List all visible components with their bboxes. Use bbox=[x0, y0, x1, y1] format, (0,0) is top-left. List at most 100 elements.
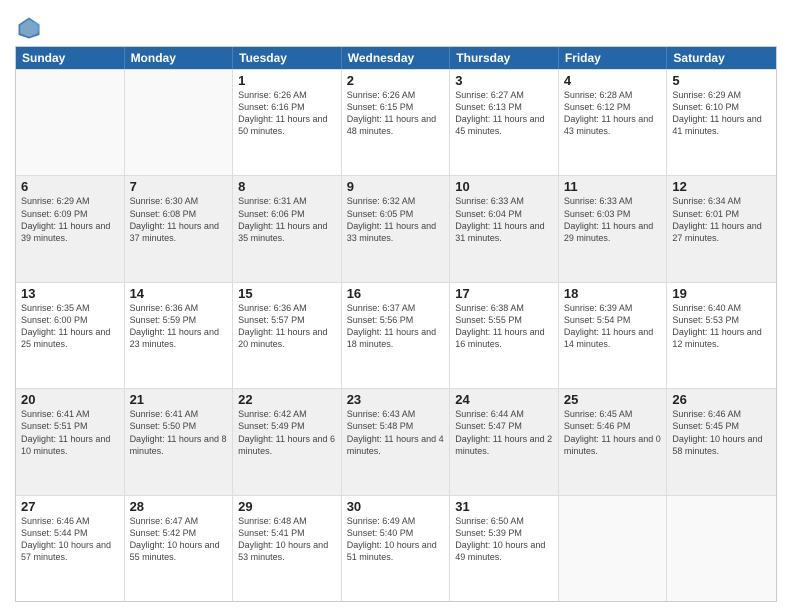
calendar-body: 1Sunrise: 6:26 AM Sunset: 6:16 PM Daylig… bbox=[16, 69, 776, 601]
header-day-sunday: Sunday bbox=[16, 47, 125, 69]
header bbox=[15, 10, 777, 42]
day-number: 2 bbox=[347, 73, 445, 88]
logo bbox=[15, 14, 45, 42]
table-row: 9Sunrise: 6:32 AM Sunset: 6:05 PM Daylig… bbox=[342, 176, 451, 281]
day-info: Sunrise: 6:48 AM Sunset: 5:41 PM Dayligh… bbox=[238, 515, 336, 564]
day-number: 9 bbox=[347, 179, 445, 194]
day-number: 24 bbox=[455, 392, 553, 407]
header-day-saturday: Saturday bbox=[667, 47, 776, 69]
day-number: 4 bbox=[564, 73, 662, 88]
day-info: Sunrise: 6:38 AM Sunset: 5:55 PM Dayligh… bbox=[455, 302, 553, 351]
day-info: Sunrise: 6:49 AM Sunset: 5:40 PM Dayligh… bbox=[347, 515, 445, 564]
day-number: 14 bbox=[130, 286, 228, 301]
day-info: Sunrise: 6:33 AM Sunset: 6:03 PM Dayligh… bbox=[564, 195, 662, 244]
calendar-week-3: 13Sunrise: 6:35 AM Sunset: 6:00 PM Dayli… bbox=[16, 282, 776, 388]
day-info: Sunrise: 6:34 AM Sunset: 6:01 PM Dayligh… bbox=[672, 195, 771, 244]
calendar-header-row: SundayMondayTuesdayWednesdayThursdayFrid… bbox=[16, 47, 776, 69]
table-row bbox=[125, 70, 234, 175]
table-row: 1Sunrise: 6:26 AM Sunset: 6:16 PM Daylig… bbox=[233, 70, 342, 175]
day-info: Sunrise: 6:29 AM Sunset: 6:10 PM Dayligh… bbox=[672, 89, 771, 138]
table-row: 2Sunrise: 6:26 AM Sunset: 6:15 PM Daylig… bbox=[342, 70, 451, 175]
day-number: 11 bbox=[564, 179, 662, 194]
day-info: Sunrise: 6:45 AM Sunset: 5:46 PM Dayligh… bbox=[564, 408, 662, 457]
table-row: 19Sunrise: 6:40 AM Sunset: 5:53 PM Dayli… bbox=[667, 283, 776, 388]
table-row bbox=[667, 496, 776, 601]
table-row: 28Sunrise: 6:47 AM Sunset: 5:42 PM Dayli… bbox=[125, 496, 234, 601]
table-row: 3Sunrise: 6:27 AM Sunset: 6:13 PM Daylig… bbox=[450, 70, 559, 175]
day-info: Sunrise: 6:26 AM Sunset: 6:15 PM Dayligh… bbox=[347, 89, 445, 138]
table-row: 17Sunrise: 6:38 AM Sunset: 5:55 PM Dayli… bbox=[450, 283, 559, 388]
day-number: 6 bbox=[21, 179, 119, 194]
day-number: 23 bbox=[347, 392, 445, 407]
table-row: 27Sunrise: 6:46 AM Sunset: 5:44 PM Dayli… bbox=[16, 496, 125, 601]
table-row: 8Sunrise: 6:31 AM Sunset: 6:06 PM Daylig… bbox=[233, 176, 342, 281]
day-number: 16 bbox=[347, 286, 445, 301]
day-info: Sunrise: 6:50 AM Sunset: 5:39 PM Dayligh… bbox=[455, 515, 553, 564]
day-number: 17 bbox=[455, 286, 553, 301]
day-number: 12 bbox=[672, 179, 771, 194]
day-info: Sunrise: 6:46 AM Sunset: 5:45 PM Dayligh… bbox=[672, 408, 771, 457]
day-info: Sunrise: 6:43 AM Sunset: 5:48 PM Dayligh… bbox=[347, 408, 445, 457]
calendar-week-4: 20Sunrise: 6:41 AM Sunset: 5:51 PM Dayli… bbox=[16, 388, 776, 494]
day-info: Sunrise: 6:47 AM Sunset: 5:42 PM Dayligh… bbox=[130, 515, 228, 564]
table-row: 15Sunrise: 6:36 AM Sunset: 5:57 PM Dayli… bbox=[233, 283, 342, 388]
header-day-wednesday: Wednesday bbox=[342, 47, 451, 69]
day-number: 7 bbox=[130, 179, 228, 194]
table-row: 29Sunrise: 6:48 AM Sunset: 5:41 PM Dayli… bbox=[233, 496, 342, 601]
day-number: 21 bbox=[130, 392, 228, 407]
day-info: Sunrise: 6:46 AM Sunset: 5:44 PM Dayligh… bbox=[21, 515, 119, 564]
day-info: Sunrise: 6:31 AM Sunset: 6:06 PM Dayligh… bbox=[238, 195, 336, 244]
day-number: 5 bbox=[672, 73, 771, 88]
table-row: 23Sunrise: 6:43 AM Sunset: 5:48 PM Dayli… bbox=[342, 389, 451, 494]
table-row: 7Sunrise: 6:30 AM Sunset: 6:08 PM Daylig… bbox=[125, 176, 234, 281]
day-info: Sunrise: 6:44 AM Sunset: 5:47 PM Dayligh… bbox=[455, 408, 553, 457]
day-number: 28 bbox=[130, 499, 228, 514]
table-row: 18Sunrise: 6:39 AM Sunset: 5:54 PM Dayli… bbox=[559, 283, 668, 388]
table-row: 20Sunrise: 6:41 AM Sunset: 5:51 PM Dayli… bbox=[16, 389, 125, 494]
table-row: 4Sunrise: 6:28 AM Sunset: 6:12 PM Daylig… bbox=[559, 70, 668, 175]
calendar: SundayMondayTuesdayWednesdayThursdayFrid… bbox=[15, 46, 777, 602]
day-number: 22 bbox=[238, 392, 336, 407]
table-row: 14Sunrise: 6:36 AM Sunset: 5:59 PM Dayli… bbox=[125, 283, 234, 388]
day-number: 26 bbox=[672, 392, 771, 407]
day-number: 18 bbox=[564, 286, 662, 301]
day-info: Sunrise: 6:41 AM Sunset: 5:50 PM Dayligh… bbox=[130, 408, 228, 457]
table-row: 26Sunrise: 6:46 AM Sunset: 5:45 PM Dayli… bbox=[667, 389, 776, 494]
calendar-week-2: 6Sunrise: 6:29 AM Sunset: 6:09 PM Daylig… bbox=[16, 175, 776, 281]
table-row: 5Sunrise: 6:29 AM Sunset: 6:10 PM Daylig… bbox=[667, 70, 776, 175]
day-number: 25 bbox=[564, 392, 662, 407]
day-number: 30 bbox=[347, 499, 445, 514]
day-number: 1 bbox=[238, 73, 336, 88]
table-row bbox=[559, 496, 668, 601]
page: SundayMondayTuesdayWednesdayThursdayFrid… bbox=[0, 0, 792, 612]
table-row: 24Sunrise: 6:44 AM Sunset: 5:47 PM Dayli… bbox=[450, 389, 559, 494]
table-row: 21Sunrise: 6:41 AM Sunset: 5:50 PM Dayli… bbox=[125, 389, 234, 494]
logo-icon bbox=[15, 14, 43, 42]
day-number: 8 bbox=[238, 179, 336, 194]
day-info: Sunrise: 6:36 AM Sunset: 5:57 PM Dayligh… bbox=[238, 302, 336, 351]
day-info: Sunrise: 6:32 AM Sunset: 6:05 PM Dayligh… bbox=[347, 195, 445, 244]
day-info: Sunrise: 6:36 AM Sunset: 5:59 PM Dayligh… bbox=[130, 302, 228, 351]
day-info: Sunrise: 6:41 AM Sunset: 5:51 PM Dayligh… bbox=[21, 408, 119, 457]
table-row: 12Sunrise: 6:34 AM Sunset: 6:01 PM Dayli… bbox=[667, 176, 776, 281]
day-info: Sunrise: 6:26 AM Sunset: 6:16 PM Dayligh… bbox=[238, 89, 336, 138]
table-row bbox=[16, 70, 125, 175]
header-day-thursday: Thursday bbox=[450, 47, 559, 69]
table-row: 6Sunrise: 6:29 AM Sunset: 6:09 PM Daylig… bbox=[16, 176, 125, 281]
table-row: 16Sunrise: 6:37 AM Sunset: 5:56 PM Dayli… bbox=[342, 283, 451, 388]
day-info: Sunrise: 6:29 AM Sunset: 6:09 PM Dayligh… bbox=[21, 195, 119, 244]
table-row: 30Sunrise: 6:49 AM Sunset: 5:40 PM Dayli… bbox=[342, 496, 451, 601]
day-info: Sunrise: 6:40 AM Sunset: 5:53 PM Dayligh… bbox=[672, 302, 771, 351]
day-number: 27 bbox=[21, 499, 119, 514]
header-day-monday: Monday bbox=[125, 47, 234, 69]
table-row: 25Sunrise: 6:45 AM Sunset: 5:46 PM Dayli… bbox=[559, 389, 668, 494]
table-row: 10Sunrise: 6:33 AM Sunset: 6:04 PM Dayli… bbox=[450, 176, 559, 281]
day-number: 3 bbox=[455, 73, 553, 88]
calendar-week-5: 27Sunrise: 6:46 AM Sunset: 5:44 PM Dayli… bbox=[16, 495, 776, 601]
day-number: 31 bbox=[455, 499, 553, 514]
header-day-tuesday: Tuesday bbox=[233, 47, 342, 69]
day-info: Sunrise: 6:35 AM Sunset: 6:00 PM Dayligh… bbox=[21, 302, 119, 351]
day-info: Sunrise: 6:37 AM Sunset: 5:56 PM Dayligh… bbox=[347, 302, 445, 351]
table-row: 31Sunrise: 6:50 AM Sunset: 5:39 PM Dayli… bbox=[450, 496, 559, 601]
day-number: 15 bbox=[238, 286, 336, 301]
